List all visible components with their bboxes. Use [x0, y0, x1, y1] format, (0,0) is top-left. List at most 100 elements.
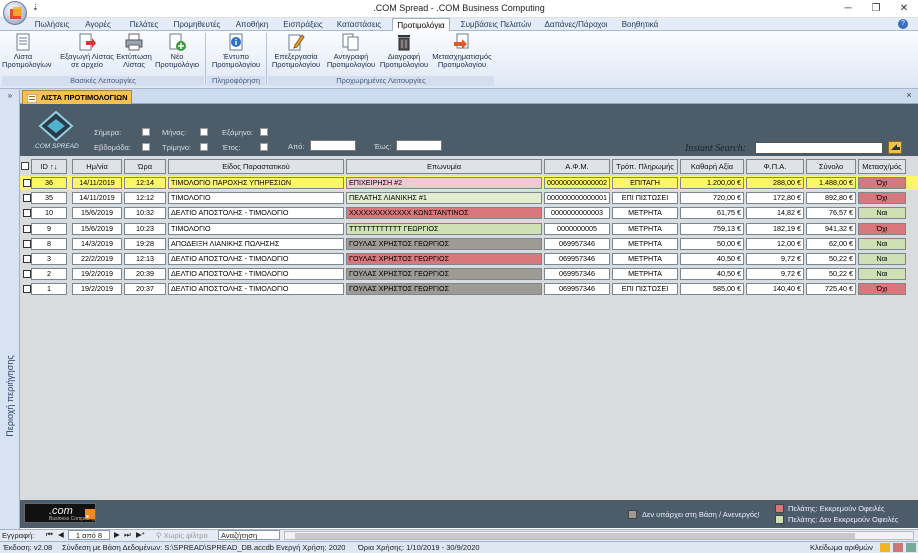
cell-col-net[interactable]: 720,00 € [680, 192, 744, 205]
table-row[interactable]: 36 14/11/2019 12:14 ΤΙΜΟΛΟΓΙΟ ΠΑΡΟΧΗΣ ΥΠΗΡΕ… [20, 176, 918, 190]
menu-collections[interactable]: Εισπράξεις [278, 18, 328, 31]
cell-col-doc-type[interactable]: ΤΙΜΟΛΟΓΙΟ [168, 222, 344, 235]
cell-col-vat-number[interactable]: 069957346 [544, 268, 610, 281]
cell-col-transform[interactable]: Όχι [858, 177, 906, 189]
header-col-time[interactable]: Ώρα [124, 159, 166, 174]
cell-col-time[interactable]: 12:12 [124, 192, 166, 205]
cell-col-transform[interactable]: Ναι [858, 237, 906, 250]
menu-purchases[interactable]: Αγορές [76, 18, 120, 31]
nav-pane-toggle[interactable]: » [2, 91, 18, 104]
close-window-button[interactable]: ✕ [890, 0, 918, 18]
cell-col-payment[interactable]: ΕΠΙ ΠΙΣΤΩΣΕΙ [612, 192, 678, 205]
cell-col-net[interactable]: 40,50 € [680, 253, 744, 265]
header-col-total[interactable]: Σύνολο [806, 159, 856, 174]
cell-col-name[interactable]: ΓΟΥΛΑΣ ΧΡΗΣΤΟΣ ΓΕΩΡΓΙΟΣ [346, 283, 542, 296]
view-design-icon[interactable] [906, 543, 916, 552]
cell-col-net[interactable]: 40,50 € [680, 268, 744, 281]
table-row[interactable]: 8 14/3/2019 19:28 ΑΠΟΔΕΙΞΗ ΛΙΑΝΙΚΗΣ ΠΩΛΗΣΗΣ… [20, 237, 918, 251]
cell-col-date[interactable]: 22/2/2019 [72, 253, 122, 265]
header-col-payment[interactable]: Τρόπ. Πληρωμής [612, 159, 678, 174]
cell-col-vat-number[interactable]: 069957346 [544, 253, 610, 265]
filter-toggle[interactable]: ⚲ Χωρίς φίλτρο [156, 531, 208, 540]
cell-col-doc-type[interactable]: ΔΕΛΤΙΟ ΑΠΟΣΤΟΛΗΣ - ΤΙΜΟΛΟΓΙΟ [168, 268, 344, 281]
header-col-vat[interactable]: Φ.Π.Α. [746, 159, 804, 174]
header-col-date[interactable]: Ημ/νία [72, 159, 122, 174]
cell-col-total[interactable]: 62,00 € [806, 237, 856, 250]
header-col-id[interactable]: ID ↑↓ [31, 159, 67, 174]
cell-col-total[interactable]: 892,80 € [806, 192, 856, 205]
navigation-pane[interactable]: » Περιοχή περιήγησης [0, 89, 20, 529]
cell-col-net[interactable]: 759,13 € [680, 222, 744, 235]
select-all-checkbox[interactable] [21, 162, 29, 170]
cell-col-time[interactable]: 20:39 [124, 268, 166, 281]
cell-col-transform[interactable]: Ναι [858, 253, 906, 265]
export-list-button[interactable]: Εξαγωγή Λίστας σε αρχείο [58, 33, 116, 79]
cell-col-transform[interactable]: Όχι [858, 283, 906, 296]
cell-col-time[interactable]: 20:37 [124, 283, 166, 296]
cell-col-id[interactable]: 36 [31, 177, 67, 189]
cell-col-date[interactable]: 15/6/2019 [72, 207, 122, 220]
cell-col-date[interactable]: 19/2/2019 [72, 268, 122, 281]
cell-col-id[interactable]: 9 [31, 222, 67, 235]
table-row[interactable]: 1 19/2/2019 20:37 ΔΕΛΤΙΟ ΑΠΟΣΤΟΛΗΣ - ΤΙΜΟΛΟ… [20, 282, 918, 296]
row-select-checkbox[interactable] [23, 224, 31, 233]
horizontal-scrollbar[interactable] [284, 531, 914, 540]
table-row[interactable]: 9 15/6/2019 10:23 ΤΙΜΟΛΟΓΙΟ ΤΤΤΤΤΤΤΤΤΤΤΤ ΓΕΩ… [20, 222, 918, 236]
cell-col-vat-number[interactable]: 000000000000001 [544, 192, 610, 205]
print-list-button[interactable]: Εκτύπωση Λίστας [116, 33, 152, 79]
cell-col-total[interactable]: 76,57 € [806, 207, 856, 220]
cell-col-id[interactable]: 10 [31, 207, 67, 220]
menu-sales[interactable]: Πωλήσεις [30, 18, 74, 31]
cell-col-total[interactable]: 725,40 € [806, 283, 856, 296]
cell-col-payment[interactable]: ΜΕΤΡΗΤΑ [612, 207, 678, 220]
cell-col-payment[interactable]: ΜΕΤΡΗΤΑ [612, 237, 678, 250]
cell-col-vat-number[interactable]: 0000000000003 [544, 207, 610, 220]
cell-col-net[interactable]: 61,75 € [680, 207, 744, 220]
menu-warehouse[interactable]: Αποθήκη [228, 18, 276, 31]
cell-col-vat[interactable]: 288,00 € [746, 177, 804, 189]
proforma-form-button[interactable]: Έντυπο Προτιμολογίου [208, 33, 264, 79]
cell-col-vat[interactable]: 172,80 € [746, 192, 804, 205]
minimize-button[interactable]: ─ [834, 0, 862, 18]
delete-proforma-button[interactable]: Διαγραφή Προτιμολογίου [378, 33, 430, 79]
cell-col-payment[interactable]: ΕΠΙΤΑΓΗ [612, 177, 678, 189]
cell-col-payment[interactable]: ΜΕΤΡΗΤΑ [612, 253, 678, 265]
header-col-doc-type[interactable]: Είδος Παραστατικού [168, 159, 344, 174]
first-record-button[interactable]: ⏮ [46, 530, 53, 540]
help-icon[interactable]: ? [898, 19, 908, 29]
cell-col-name[interactable]: ΓΟΥΛΑΣ ΧΡΗΣΤΟΣ ΓΕΩΡΓΙΟΣ [346, 253, 542, 265]
cell-col-doc-type[interactable]: ΔΕΛΤΙΟ ΑΠΟΣΤΟΛΗΣ - ΤΙΜΟΛΟΓΙΟ [168, 207, 344, 220]
cell-col-net[interactable]: 585,00 € [680, 283, 744, 296]
instant-search-input[interactable] [755, 142, 883, 154]
transform-proforma-button[interactable]: Μετασχηματισμός Προτιμολογίου [430, 33, 494, 79]
cell-col-doc-type[interactable]: ΤΙΜΟΛΟΓΙΟ [168, 192, 344, 205]
menu-expenses[interactable]: Δαπάνες/Πάροχοι [540, 18, 612, 31]
cell-col-date[interactable]: 19/2/2019 [72, 283, 122, 296]
header-col-name[interactable]: Επωνυμία [346, 159, 542, 174]
menu-auxiliary[interactable]: Βοηθητικά [614, 18, 666, 31]
row-select-checkbox[interactable] [23, 179, 31, 187]
menu-customers[interactable]: Πελάτες [122, 18, 166, 31]
cell-col-vat[interactable]: 12,00 € [746, 237, 804, 250]
copy-proforma-button[interactable]: Αντιγραφή Προτιμολογίου [324, 33, 378, 79]
proforma-list-button[interactable]: Λίστα Προτιμολογίων [2, 33, 52, 79]
cell-col-time[interactable]: 10:32 [124, 207, 166, 220]
header-col-vat-number[interactable]: Α.Φ.Μ. [544, 159, 610, 174]
cell-col-name[interactable]: ΓΟΥΛΑΣ ΧΡΗΣΤΟΣ ΓΕΩΡΓΙΟΣ [346, 268, 542, 281]
table-row[interactable]: 2 19/2/2019 20:39 ΔΕΛΤΙΟ ΑΠΟΣΤΟΛΗΣ - ΤΙΜΟΛΟ… [20, 267, 918, 281]
header-col-transform[interactable]: Μετασχ/μός [858, 159, 906, 174]
filter-month-checkbox[interactable] [200, 128, 208, 136]
cell-col-vat-number[interactable]: 069957346 [544, 237, 610, 250]
close-tab-button[interactable]: × [902, 90, 916, 102]
menu-contracts[interactable]: Συμβάσεις Πελατών [454, 18, 538, 31]
table-row[interactable]: 35 14/11/2019 12:12 ΤΙΜΟΛΟΓΙΟ ΠΕΛΑΤΗΣ ΛΙΑΝΙΚ… [20, 191, 918, 205]
cell-col-transform[interactable]: Ναι [858, 268, 906, 281]
table-row[interactable]: 10 15/6/2019 10:32 ΔΕΛΤΙΟ ΑΠΟΣΤΟΛΗΣ - ΤΙΜΟΛ… [20, 206, 918, 220]
search-button[interactable] [888, 141, 902, 154]
cell-col-doc-type[interactable]: ΑΠΟΔΕΙΞΗ ΛΙΑΝΙΚΗΣ ΠΩΛΗΣΗΣ [168, 237, 344, 250]
cell-col-date[interactable]: 14/11/2019 [72, 192, 122, 205]
cell-col-time[interactable]: 10:23 [124, 222, 166, 235]
edit-proforma-button[interactable]: Επεξεργασία Προτιμολογίου [268, 33, 324, 79]
next-record-button[interactable]: ▶ [114, 530, 120, 539]
header-col-net[interactable]: Καθαρή Αξία [680, 159, 744, 174]
